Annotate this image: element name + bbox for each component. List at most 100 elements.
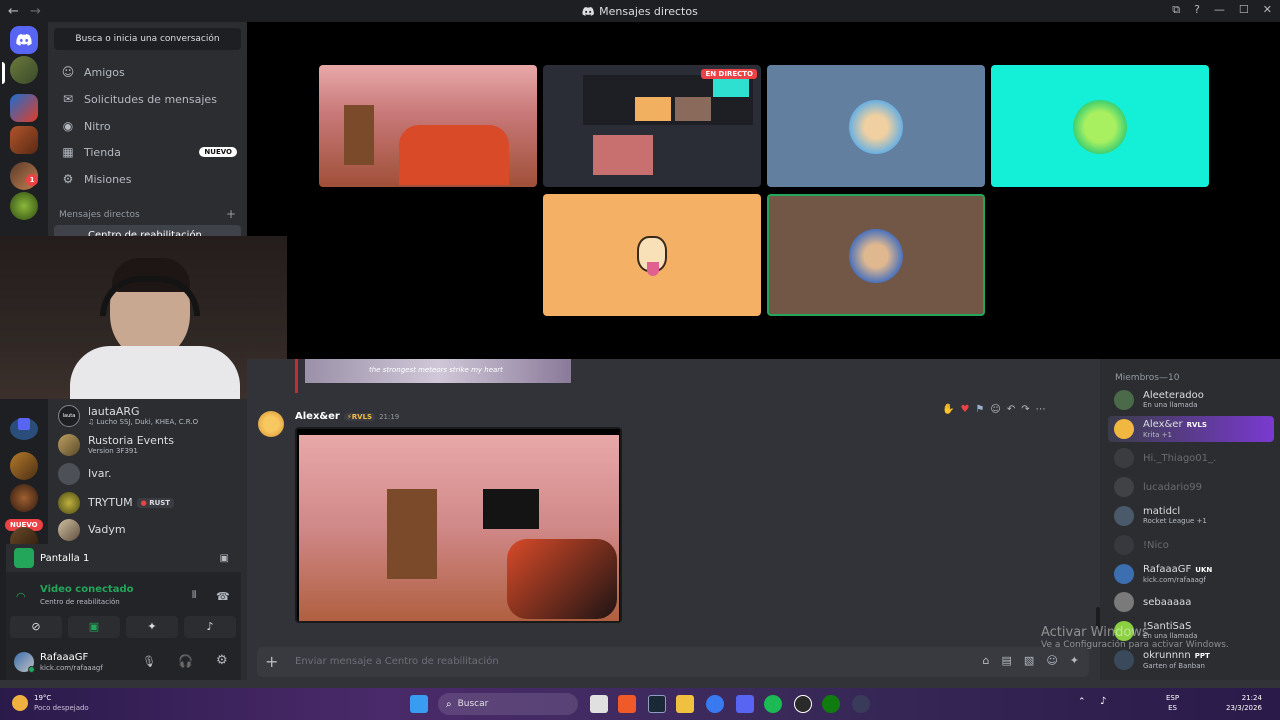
voice-status[interactable]: Video conectado [40,584,133,595]
video-tile-avatar-boy[interactable] [767,194,985,316]
attach-plus-icon[interactable]: + [265,652,278,671]
settings-gear-icon[interactable]: ⚙ [216,653,228,668]
dm-name: Vadym [88,523,126,536]
soundboard-button[interactable]: ♪ [184,616,236,638]
discord-home-icon[interactable] [10,26,38,54]
back-arrow-icon[interactable]: ← [8,4,22,19]
steam-icon[interactable] [648,695,666,713]
find-conversation-button[interactable]: Busca o inicia una conversación [54,28,241,50]
avatar [58,463,80,485]
envelope-icon: ✉ [62,92,74,106]
stop-stream-icon[interactable]: ▣ [220,553,229,564]
reaction-flag-icon[interactable]: ⚑ [975,404,984,415]
dm-item[interactable]: Vadym [58,516,238,544]
server-icon-zombie[interactable] [10,94,38,122]
create-dm-button[interactable]: + [226,208,236,220]
noise-suppression-icon[interactable]: ⫴ [192,590,196,601]
dm-item[interactable]: lauta lautaARG ♫ Lucho SSJ, Duki, KHEA, C… [58,402,238,430]
video-tile-avatar-cap[interactable] [767,65,985,187]
dm-item[interactable]: Ivar. [58,460,238,488]
emoji-icon[interactable]: ☺ [1046,654,1057,667]
member-item[interactable]: Alex&er RVLS Krita +1 [1108,416,1274,442]
member-list: Miembros—10 Aleeteradoo En una llamada Ale… [1041,359,1280,680]
message-image[interactable] [295,427,622,623]
obs-icon[interactable] [794,695,812,713]
server-icon-green[interactable] [10,192,38,220]
member-item[interactable]: sebaaaaa [1114,589,1276,615]
discord-taskbar-icon[interactable] [736,695,754,713]
voice-channel[interactable]: Centro de reabilitación [40,598,120,606]
explorer-icon[interactable] [676,695,694,713]
avatar [1114,535,1134,555]
gift-icon[interactable]: ⌂ [983,654,990,667]
taskbar-search[interactable]: ⌕ Buscar [438,693,578,715]
message-avatar[interactable] [258,411,284,437]
language-indicator[interactable]: ESP ES [1166,693,1179,713]
member-name-line: Aleeteradoo [1143,390,1204,401]
task-view-icon[interactable] [590,695,608,713]
sticker-icon[interactable]: ▧ [1024,654,1034,667]
nav-shop[interactable]: ▦ Tienda NUEVO [54,140,241,164]
member-item[interactable]: okrunnnn PPT Garten of Banban [1114,647,1276,673]
nav-message-requests[interactable]: ✉ Solicitudes de mensajes [54,87,241,111]
maximize-button[interactable]: ☐ [1239,3,1249,17]
member-item[interactable]: RafaaaGF UKN kick.com/rafaaagf [1114,561,1276,587]
forward-arrow-icon[interactable]: → [30,4,44,19]
clock[interactable]: 21:24 23/3/2026 [1226,693,1262,713]
server-icon-fortnite[interactable] [10,452,38,480]
server-icon-dark[interactable] [10,484,38,512]
gif-icon[interactable]: ▤ [1002,654,1012,667]
brave-icon[interactable] [618,695,636,713]
reaction-hand-icon[interactable]: ✋ [942,404,954,415]
dm-item[interactable]: Rustoria Events Version 3F391 [58,431,238,459]
windows-start-icon[interactable] [410,695,428,713]
member-item[interactable]: lucadario99 [1114,474,1276,500]
microphone-icon[interactable]: 🎙 [142,655,156,668]
camera-off-button[interactable]: ⊘ [10,616,62,638]
gif-caption: the strongest meteors strike my heart [369,366,503,374]
server-icon-rust[interactable] [10,126,38,154]
member-name: RafaaaGF [1143,563,1192,575]
close-button[interactable]: ✕ [1263,3,1272,17]
activities-button[interactable]: ✦ [126,616,178,638]
reply-icon[interactable]: ↶ [1007,404,1015,415]
spotify-icon[interactable] [764,695,782,713]
minimize-button[interactable]: — [1214,3,1225,17]
tray-chevron-icon[interactable]: ⌃ [1078,697,1086,707]
reaction-heart-icon[interactable]: ♥ [960,404,969,415]
xbox-icon[interactable] [822,695,840,713]
add-reaction-icon[interactable]: ☺ [990,404,1000,415]
more-options-icon[interactable]: ⋯ [1036,404,1046,415]
disconnect-icon[interactable]: ☎ [216,590,230,603]
clock-date: 23/3/2026 [1226,704,1262,712]
apps-icon[interactable]: ✦ [1070,654,1079,667]
nav-quests[interactable]: ⚙ Misiones [54,167,241,191]
video-tile-avatar-dog[interactable] [543,194,761,316]
video-tile-avatar-drawing[interactable] [991,65,1209,187]
member-item[interactable]: Hi._Thiago01_. [1114,445,1276,471]
member-name-line: Alex&er RVLS [1143,419,1207,431]
inbox-icon[interactable]: ⧉ [1172,3,1180,17]
message-input[interactable]: Enviar mensaje a Centro de reabilitación [295,656,499,667]
forward-icon[interactable]: ↷ [1021,404,1029,415]
member-item[interactable]: matidcl Rocket League +1 [1114,503,1276,529]
member-item[interactable]: !Nico [1114,532,1276,558]
help-icon[interactable]: ? [1194,3,1200,17]
gif-embed[interactable]: the strongest meteors strike my heart [305,359,571,383]
dm-item[interactable]: TRYTUM ● RUST [58,489,238,517]
video-tile-bedroom[interactable] [319,65,537,187]
member-item[interactable]: Aleeteradoo En una llamada [1114,387,1276,413]
volume-tray-icon[interactable]: ♪ [1100,696,1106,707]
member-name: okrunnnn [1143,649,1191,661]
share-screen-button[interactable]: ▣ [68,616,120,638]
server-icon-avatar[interactable] [10,56,38,84]
server-icon-folder[interactable] [18,418,30,430]
browser-icon[interactable] [706,695,724,713]
nav-nitro[interactable]: ◉ Nitro [54,114,241,138]
weather-icon[interactable] [12,695,28,711]
message-author[interactable]: Alex&er [295,411,340,422]
app-icon[interactable] [852,695,870,713]
nav-friends[interactable]: ☺ Amigos [54,60,241,84]
headphones-icon[interactable]: 🎧 [178,654,193,668]
video-tile-screenshare[interactable]: EN DIRECTO [543,65,761,187]
